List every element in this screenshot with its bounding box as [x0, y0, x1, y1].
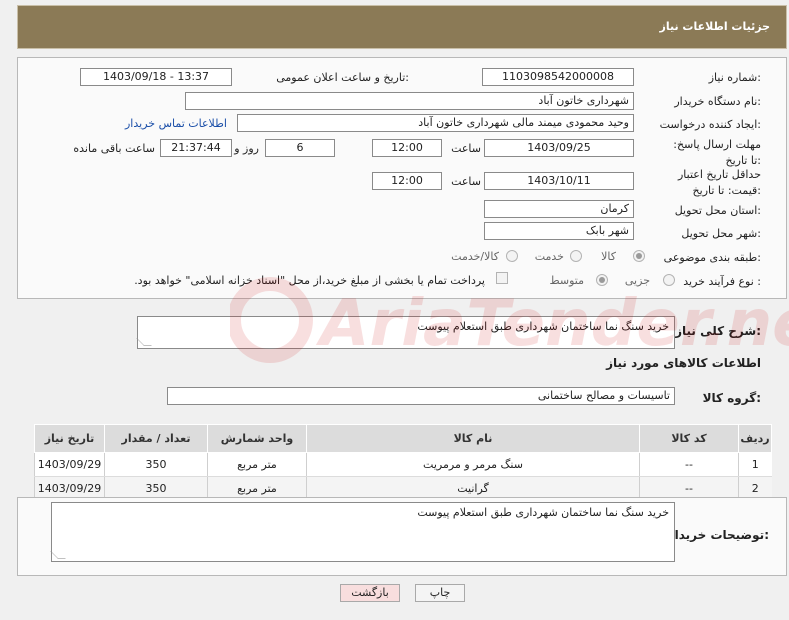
category-service-radio[interactable]	[570, 250, 582, 262]
treasury-payment-checkbox[interactable]	[496, 272, 508, 284]
col-quantity: تعداد / مقدار	[104, 424, 208, 453]
category-service-label: خدمت	[534, 250, 564, 263]
time-remaining-field: 21:37:44	[160, 139, 232, 157]
reply-deadline-label: مهلت ارسال پاسخ: تا تاریخ:	[673, 138, 761, 167]
col-unit: واحد شمارش	[207, 424, 307, 453]
process-partial-radio[interactable]	[663, 274, 675, 286]
col-item-code: کد کالا	[639, 424, 739, 453]
announce-datetime-label: تاریخ و ساعت اعلان عمومی:	[276, 71, 409, 84]
description-textarea[interactable]: خرید سنگ نما ساختمان شهرداری طبق استعلام…	[136, 316, 675, 349]
buyer-org-label: نام دستگاه خریدار:	[674, 95, 761, 108]
reply-date-field: 1403/09/25	[484, 139, 634, 157]
announce-datetime-field: 1403/09/18 - 13:37	[80, 68, 232, 86]
price-validity-time-field: 12:00	[372, 172, 442, 190]
days-remaining-field: 6	[265, 139, 335, 157]
buyer-org-field: شهرداری خاتون آباد	[185, 92, 634, 110]
creator-field: وحید محمودی میمند مالی شهرداری خاتون آبا…	[237, 114, 634, 132]
province-label: استان محل تحویل:	[674, 204, 761, 217]
province-field: کرمان	[484, 200, 634, 218]
page-header: جزئیات اطلاعات نیاز	[17, 5, 787, 49]
item-unit: متر مربع	[207, 452, 307, 477]
reply-time-field: 12:00	[372, 139, 442, 157]
buyer-contact-link[interactable]: اطلاعات تماس خریدار	[125, 117, 227, 130]
buyer-notes-text: خرید سنگ نما ساختمان شهرداری طبق استعلام…	[417, 506, 669, 519]
category-both-radio[interactable]	[506, 250, 518, 262]
need-number-field: 1103098542000008	[482, 68, 634, 86]
description-text: خرید سنگ نما ساختمان شهرداری طبق استعلام…	[417, 320, 669, 333]
description-label: شرح کلی نیاز:	[675, 324, 761, 338]
treasury-payment-note: پرداخت تمام یا بخشی از مبلغ خرید،از محل …	[134, 274, 485, 287]
col-item-name: نام کالا	[306, 424, 640, 453]
process-medium-label: متوسط	[549, 274, 584, 287]
resize-grip-icon[interactable]	[50, 551, 66, 559]
goods-table-header: ردیف کد کالا نام کالا واحد شمارش تعداد /…	[34, 424, 772, 453]
col-row-number: ردیف	[738, 424, 772, 453]
row-number: 1	[738, 452, 772, 477]
col-need-date: تاریخ نیاز	[34, 424, 105, 453]
resize-grip-icon[interactable]	[136, 338, 152, 346]
category-goods-label: کالا	[601, 250, 616, 263]
creator-label: ایجاد کننده درخواست:	[659, 118, 761, 131]
price-validity-time-label: ساعت	[451, 175, 481, 188]
item-quantity: 350	[104, 452, 208, 477]
city-field: شهر بابک	[484, 222, 634, 240]
table-row: 1 -- سنگ مرمر و مرمریت متر مربع 350 1403…	[34, 452, 772, 477]
days-label: روز و	[234, 142, 259, 155]
category-goods-radio[interactable]	[633, 250, 645, 262]
process-label: نوع فرآیند خرید :	[683, 275, 761, 288]
process-medium-radio[interactable]	[596, 274, 608, 286]
city-label: شهر محل تحویل:	[681, 227, 761, 240]
item-code: --	[639, 452, 739, 477]
goods-group-field: تاسیسات و مصالح ساختمانی	[167, 387, 675, 405]
buyer-notes-textarea[interactable]: خرید سنگ نما ساختمان شهرداری طبق استعلام…	[50, 502, 675, 562]
time-remaining-label: ساعت باقی مانده	[73, 142, 155, 155]
goods-section-title: اطلاعات کالاهای مورد نیاز	[606, 356, 761, 370]
reply-time-label: ساعت	[451, 142, 481, 155]
need-number-label: شماره نیاز:	[708, 71, 761, 84]
print-button[interactable]: چاپ	[415, 584, 465, 602]
goods-table: ردیف کد کالا نام کالا واحد شمارش تعداد /…	[34, 424, 772, 501]
price-validity-label: حداقل تاریخ اعتبار قیمت: تا تاریخ:	[677, 168, 761, 197]
back-button[interactable]: بازگشت	[340, 584, 400, 602]
price-validity-date-field: 1403/10/11	[484, 172, 634, 190]
item-name: سنگ مرمر و مرمریت	[306, 452, 640, 477]
goods-group-label: گروه کالا:	[702, 391, 761, 405]
item-need-date: 1403/09/29	[34, 452, 105, 477]
page-title: جزئیات اطلاعات نیاز	[659, 20, 771, 33]
category-both-label: کالا/خدمت	[451, 250, 499, 263]
process-partial-label: جزیی	[624, 274, 650, 287]
buyer-notes-label: توضیحات خریدار:	[667, 528, 769, 542]
category-label: طبقه بندی موضوعی:	[663, 251, 761, 264]
